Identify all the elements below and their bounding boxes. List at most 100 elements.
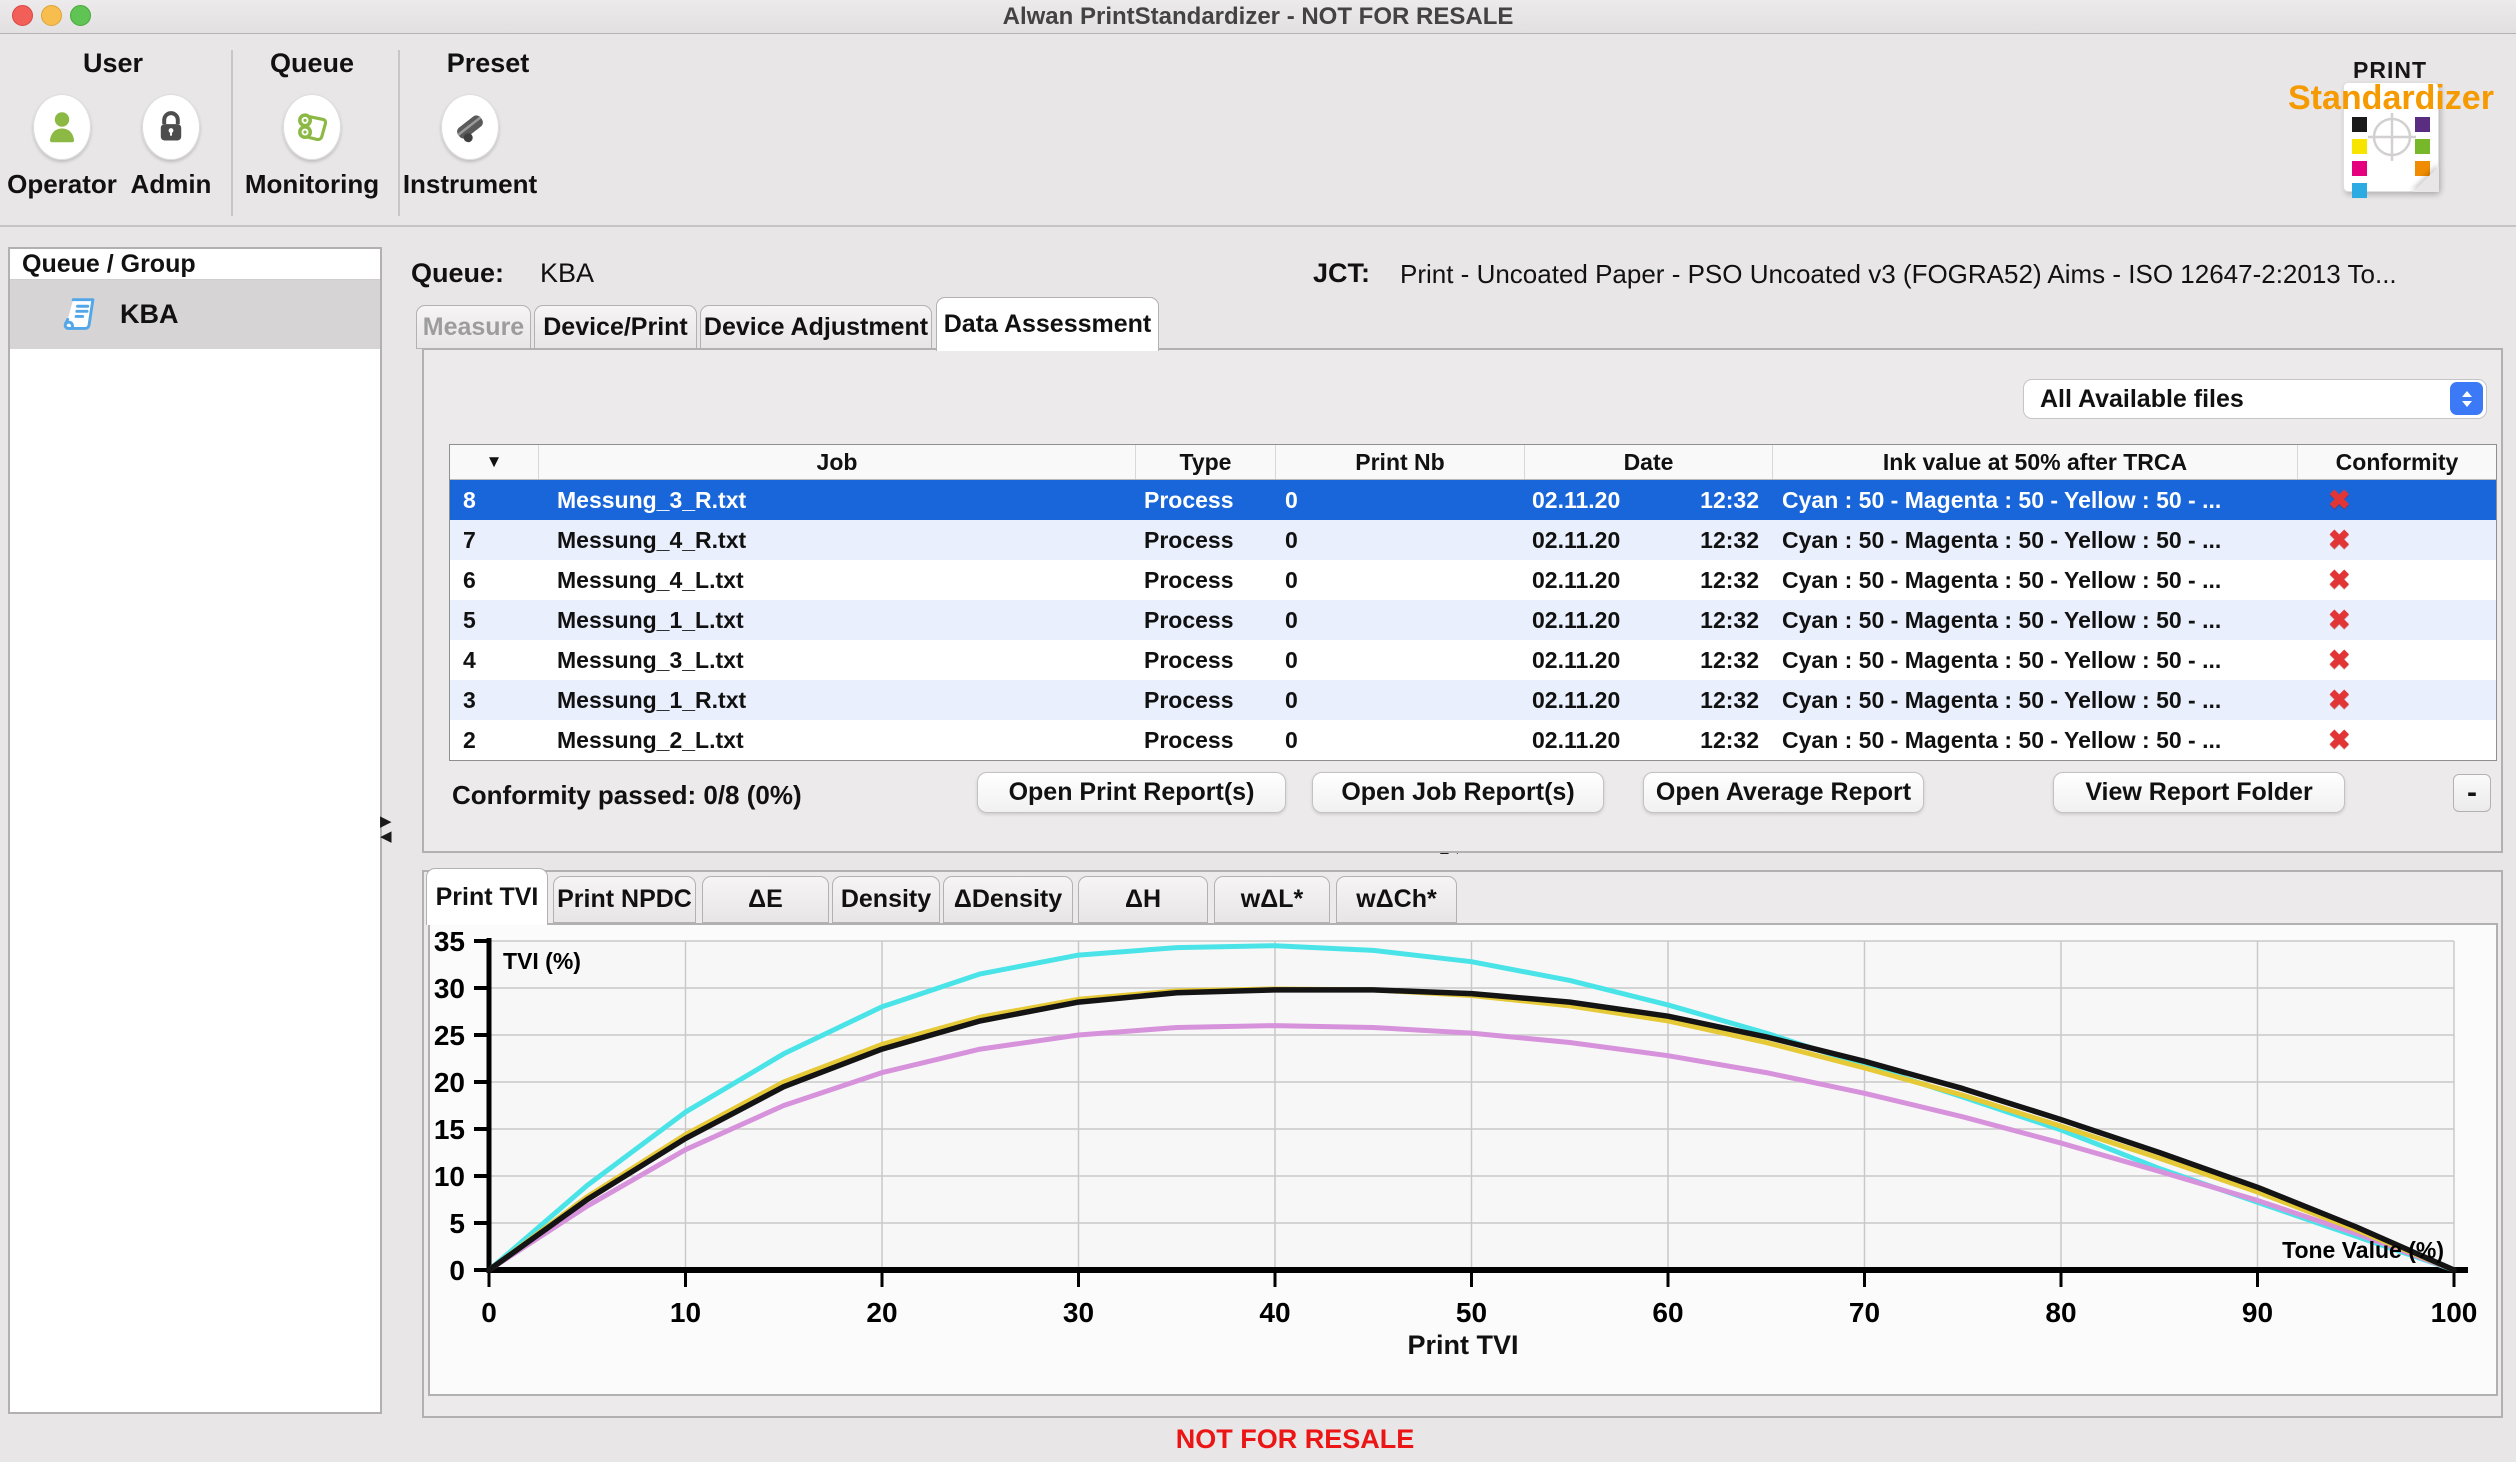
spectrophotometer-icon	[450, 107, 490, 147]
job-type: Process	[1136, 480, 1276, 520]
svg-text:20: 20	[434, 1067, 465, 1098]
tab-delta-e[interactable]: ΔE	[702, 876, 829, 923]
table-row[interactable]: 3Messung_1_R.txtProcess002.11.2012:32Cya…	[450, 680, 2496, 720]
ink-value: Cyan : 50 - Magenta : 50 - Yellow : 50 -…	[1773, 600, 2298, 640]
table-row[interactable]: 6Messung_4_L.txtProcess002.11.2012:32Cya…	[450, 560, 2496, 600]
fail-icon: ✖	[2328, 525, 2351, 556]
tab-print-npdc[interactable]: Print NPDC	[553, 876, 696, 923]
tab-delta-density[interactable]: ΔDensity	[943, 876, 1073, 923]
table-row[interactable]: 8Messung_3_R.txtProcess002.11.2012:32Cya…	[450, 480, 2496, 520]
titlebar: Alwan PrintStandardizer - NOT FOR RESALE	[0, 0, 2516, 34]
tab-w-delta-ch[interactable]: wΔCh*	[1336, 876, 1457, 923]
print-nb: 0	[1276, 560, 1525, 600]
date-cell: 02.11.2012:32	[1525, 560, 1773, 600]
tab-data-assessment[interactable]: Data Assessment	[936, 297, 1159, 351]
logo-color-swatch	[2352, 139, 2367, 154]
logo-text-standardizer: Standardizer	[2288, 79, 2492, 118]
table-body: 8Messung_3_R.txtProcess002.11.2012:32Cya…	[450, 480, 2496, 760]
svg-text:5: 5	[449, 1208, 465, 1239]
conformity-column-header[interactable]: Conformity	[2298, 445, 2496, 479]
conformity-cell: ✖	[2298, 720, 2496, 760]
files-filter-value: All Available files	[2040, 385, 2244, 414]
print-nb: 0	[1276, 520, 1525, 560]
conformity-cell: ✖	[2298, 640, 2496, 680]
ink-value: Cyan : 50 - Magenta : 50 - Yellow : 50 -…	[1773, 480, 2298, 520]
tab-w-delta-l[interactable]: wΔL*	[1214, 876, 1330, 923]
sidebar-splitter[interactable]: ▶◀	[380, 814, 392, 844]
job-column-header[interactable]: Job	[539, 445, 1136, 479]
row-number: 4	[450, 640, 539, 680]
instrument-button[interactable]: Instrument	[385, 94, 555, 200]
open-print-reports-button[interactable]: Open Print Report(s)	[977, 772, 1286, 813]
svg-text:80: 80	[2045, 1297, 2076, 1328]
tvi-chart-panel: 051015202530350102030405060708090100TVI …	[428, 923, 2498, 1396]
fail-icon: ✖	[2328, 725, 2351, 756]
view-report-folder-button[interactable]: View Report Folder	[2053, 772, 2345, 813]
analysis-panel: 051015202530350102030405060708090100TVI …	[422, 870, 2503, 1418]
fail-icon: ✖	[2328, 645, 2351, 676]
tab-print-tvi[interactable]: Print TVI	[426, 868, 548, 925]
date-cell: 02.11.2012:32	[1525, 480, 1773, 520]
svg-text:15: 15	[434, 1114, 465, 1145]
tab-measure[interactable]: Measure	[416, 305, 531, 349]
conformity-cell: ✖	[2298, 480, 2496, 520]
registration-target-icon	[2366, 111, 2418, 163]
sort-column-header[interactable]: ▼	[450, 445, 539, 479]
ink-value: Cyan : 50 - Magenta : 50 - Yellow : 50 -…	[1773, 720, 2298, 760]
table-row[interactable]: 2Messung_2_L.txtProcess002.11.2012:32Cya…	[450, 720, 2496, 760]
conformity-summary: Conformity passed: 0/8 (0%)	[452, 780, 802, 811]
svg-text:100: 100	[2431, 1297, 2478, 1328]
logo-color-swatch	[2352, 117, 2367, 132]
table-header: ▼ Job Type Print Nb Date Ink value at 50…	[450, 445, 2496, 480]
admin-oval	[142, 94, 200, 160]
type-column-header[interactable]: Type	[1136, 445, 1276, 479]
job-name: Messung_4_L.txt	[539, 560, 1136, 600]
jct-value: Print - Uncoated Paper - PSO Uncoated v3…	[1400, 259, 2512, 290]
open-job-reports-button[interactable]: Open Job Report(s)	[1312, 772, 1604, 813]
sidebar-item-label: KBA	[120, 299, 179, 330]
tab-density[interactable]: Density	[832, 876, 940, 923]
svg-text:50: 50	[1456, 1297, 1487, 1328]
fail-icon: ✖	[2328, 685, 2351, 716]
collapse-table-button[interactable]: -	[2453, 774, 2491, 812]
row-number: 7	[450, 520, 539, 560]
table-row[interactable]: 7Messung_4_R.txtProcess002.11.2012:32Cya…	[450, 520, 2496, 560]
chart-caption: Print TVI	[430, 1330, 2496, 1361]
svg-text:20: 20	[866, 1297, 897, 1328]
logo-color-swatch	[2352, 161, 2367, 176]
ink-column-header[interactable]: Ink value at 50% after TRCA	[1773, 445, 2298, 479]
page-fold-corner	[2413, 166, 2439, 192]
date-cell: 02.11.2012:32	[1525, 640, 1773, 680]
files-filter-select[interactable]: All Available files	[2023, 379, 2487, 419]
conformity-cell: ✖	[2298, 680, 2496, 720]
job-name: Messung_1_L.txt	[539, 600, 1136, 640]
job-type: Process	[1136, 600, 1276, 640]
date-column-header[interactable]: Date	[1525, 445, 1773, 479]
svg-text:60: 60	[1652, 1297, 1683, 1328]
user-icon	[44, 106, 80, 148]
sidebar-item-kba[interactable]: KBA	[10, 280, 380, 349]
tab-delta-h[interactable]: ΔH	[1078, 876, 1208, 923]
date-cell: 02.11.2012:32	[1525, 520, 1773, 560]
tab-device-adjustment[interactable]: Device Adjustment	[700, 305, 932, 349]
monitoring-button[interactable]: Monitoring	[227, 94, 397, 200]
printnb-column-header[interactable]: Print Nb	[1276, 445, 1525, 479]
instrument-oval	[441, 94, 499, 160]
svg-text:30: 30	[1063, 1297, 1094, 1328]
monitoring-oval	[283, 94, 341, 160]
print-nb: 0	[1276, 480, 1525, 520]
table-row[interactable]: 5Messung_1_L.txtProcess002.11.2012:32Cya…	[450, 600, 2496, 640]
print-nb: 0	[1276, 720, 1525, 760]
job-name: Messung_3_R.txt	[539, 480, 1136, 520]
operator-oval	[33, 94, 91, 160]
ink-value: Cyan : 50 - Magenta : 50 - Yellow : 50 -…	[1773, 680, 2298, 720]
job-name: Messung_2_L.txt	[539, 720, 1136, 760]
date-cell: 02.11.2012:32	[1525, 680, 1773, 720]
table-row[interactable]: 4Messung_3_L.txtProcess002.11.2012:32Cya…	[450, 640, 2496, 680]
svg-text:70: 70	[1849, 1297, 1880, 1328]
tab-device-print[interactable]: Device/Print	[534, 305, 697, 349]
data-assessment-panel: All Available files ▼ Job Type Print Nb …	[422, 348, 2503, 853]
open-average-report-button[interactable]: Open Average Report	[1643, 772, 1924, 813]
queue-label: Queue:	[411, 258, 504, 289]
logo-swatches-left	[2352, 117, 2367, 198]
